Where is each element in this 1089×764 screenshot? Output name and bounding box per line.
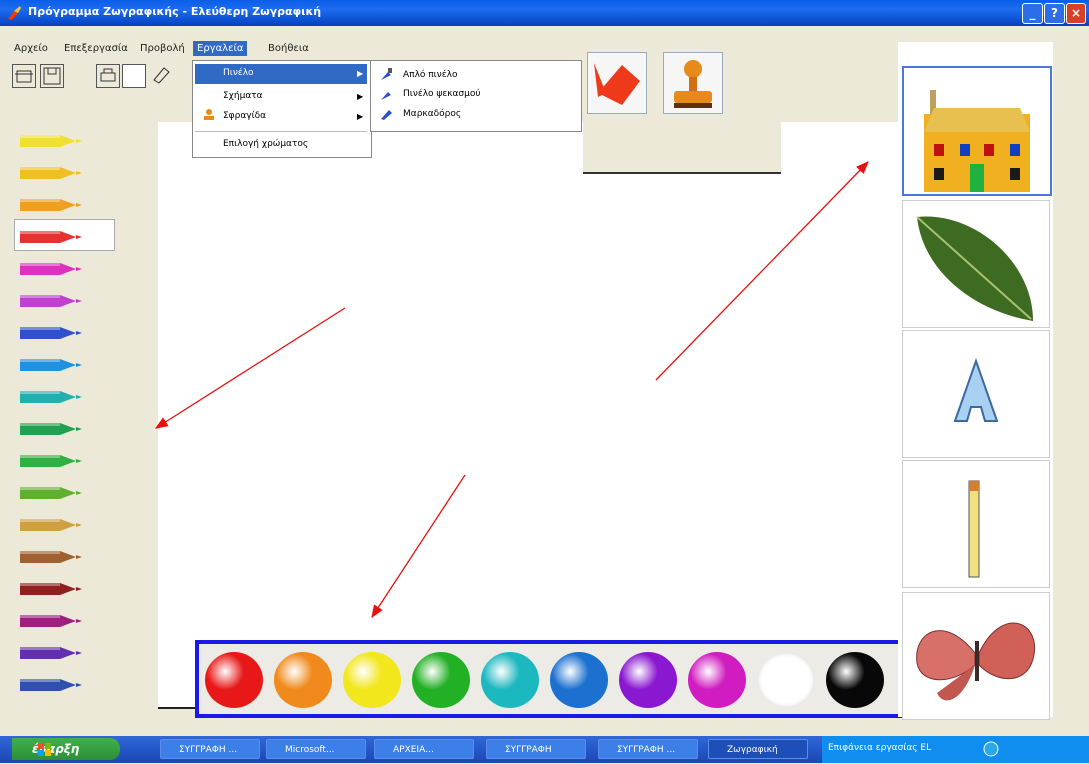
- tray-text: Επιφάνεια εργασίας EL: [828, 743, 932, 753]
- taskbar-item-1[interactable]: Microsoft...: [266, 739, 366, 759]
- system-tray: Επιφάνεια εργασίας EL: [822, 736, 1089, 763]
- taskbar-item-3[interactable]: ΣΥΓΓΡΑΦΗ: [486, 739, 586, 759]
- windows-logo-icon: [18, 742, 51, 756]
- arrow-to-palette: [371, 474, 466, 619]
- taskbar-item-5[interactable]: Ζωγραφική: [708, 739, 808, 759]
- arrow-to-stamps: [655, 161, 869, 381]
- taskbar-item-2[interactable]: ΑΡΧΕΙΑ...: [374, 739, 474, 759]
- taskbar-item-4[interactable]: ΣΥΓΓΡΑΦΗ ...: [598, 739, 698, 759]
- taskbar: έναρξη ΣΥΓΓΡΑΦΗ ... Microsoft... ΑΡΧΕΙΑ.…: [0, 736, 1089, 763]
- taskbar-item-0[interactable]: ΣΥΓΓΡΑΦΗ ...: [160, 739, 260, 759]
- annotation-arrows: [154, 161, 869, 619]
- start-button[interactable]: έναρξη: [12, 738, 120, 760]
- arrow-to-crayons: [154, 307, 346, 429]
- speaker-icon[interactable]: [982, 740, 1000, 761]
